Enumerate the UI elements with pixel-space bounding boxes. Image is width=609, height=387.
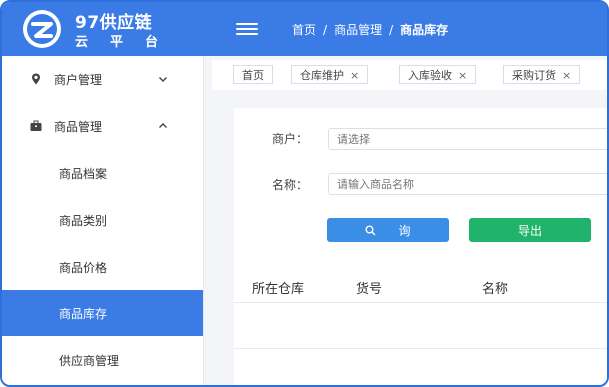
chevron-down-icon bbox=[159, 77, 167, 82]
sidebar: 商户管理 商品管理 商品档案 商品类别 商品价格 商品库存 供应商管理 bbox=[2, 56, 204, 385]
sidebar-item-label: 商品档案 bbox=[59, 166, 108, 181]
breadcrumb-current: 商品库存 bbox=[400, 23, 449, 37]
sidebar-item-label: 供应商管理 bbox=[59, 353, 120, 368]
menu-toggle-icon[interactable] bbox=[236, 23, 258, 37]
close-icon[interactable]: × bbox=[562, 69, 571, 82]
top-header: 97供应链 云平台 首页 / 商品管理 / 商品库存 bbox=[2, 2, 607, 56]
sidebar-item-goods-category[interactable]: 商品类别 bbox=[2, 197, 203, 243]
breadcrumb-goods-management[interactable]: 商品管理 bbox=[334, 21, 382, 38]
name-label: 名称： bbox=[272, 178, 309, 192]
tab-label: 仓库维护 bbox=[300, 69, 344, 82]
close-icon[interactable]: × bbox=[458, 69, 467, 82]
close-icon[interactable]: × bbox=[350, 69, 359, 82]
column-header-item-number: 货号 bbox=[356, 282, 383, 297]
tab-label: 入库验收 bbox=[408, 69, 452, 82]
tab-label: 首页 bbox=[242, 69, 264, 82]
sidebar-item-supplier-management[interactable]: 供应商管理 bbox=[2, 337, 203, 383]
tab-warehouse-maintenance[interactable]: 仓库维护 × bbox=[291, 65, 369, 84]
chevron-up-icon bbox=[159, 123, 167, 128]
tab-inbound-inspection[interactable]: 入库验收 × bbox=[399, 65, 477, 84]
breadcrumb-home[interactable]: 首页 bbox=[292, 21, 316, 38]
breadcrumb-separator: / bbox=[323, 22, 328, 37]
sidebar-item-label: 商品类别 bbox=[59, 213, 108, 228]
sidebar-item-goods-management[interactable]: 商品管理 bbox=[2, 103, 203, 149]
search-icon bbox=[365, 225, 376, 235]
query-button-label: 询 bbox=[398, 223, 411, 238]
sidebar-item-label: 商品库存 bbox=[59, 306, 108, 321]
table-header-divider bbox=[234, 302, 607, 303]
tab-purchase-order[interactable]: 采购订货 × bbox=[503, 65, 581, 84]
sidebar-item-goods-archive[interactable]: 商品档案 bbox=[2, 150, 203, 196]
sidebar-item-label: 商品管理 bbox=[54, 119, 103, 134]
table-row-divider bbox=[234, 348, 607, 349]
sidebar-item-label: 商品价格 bbox=[59, 260, 108, 275]
column-header-name: 名称 bbox=[482, 282, 509, 297]
column-header-warehouse: 所在仓库 bbox=[252, 282, 305, 297]
export-button-label: 导出 bbox=[517, 223, 542, 238]
merchant-label: 商户： bbox=[272, 132, 309, 146]
query-button[interactable]: 询 bbox=[327, 218, 449, 242]
tab-label: 采购订货 bbox=[512, 69, 556, 82]
brand-subtitle: 云平台 bbox=[75, 35, 181, 50]
content-panel: 商户： 名称： 询 导出 所在仓库 货号 名称 bbox=[234, 108, 607, 385]
location-pin-icon bbox=[32, 73, 40, 85]
sidebar-item-goods-stock[interactable]: 商品库存 bbox=[2, 290, 203, 336]
breadcrumb-separator: / bbox=[389, 22, 394, 37]
brand-name: 97供应链 bbox=[75, 13, 153, 33]
export-button[interactable]: 导出 bbox=[469, 218, 591, 242]
logo-icon bbox=[23, 10, 61, 48]
breadcrumb: 首页 / 商品管理 / 商品库存 bbox=[292, 21, 448, 38]
app-window: 97供应链 云平台 首页 / 商品管理 / 商品库存 商户管理 商品管理 商品档… bbox=[0, 0, 609, 387]
merchant-select[interactable] bbox=[328, 128, 607, 150]
sidebar-item-merchant-management[interactable]: 商户管理 bbox=[2, 56, 203, 102]
goods-name-input[interactable] bbox=[328, 173, 607, 195]
briefcase-icon bbox=[30, 120, 42, 131]
sidebar-item-label: 商户管理 bbox=[54, 72, 103, 87]
sidebar-item-goods-price[interactable]: 商品价格 bbox=[2, 244, 203, 290]
tab-home[interactable]: 首页 bbox=[233, 65, 273, 84]
tabs-bar: 首页 仓库维护 × 入库验收 × 采购订货 × bbox=[212, 60, 607, 90]
